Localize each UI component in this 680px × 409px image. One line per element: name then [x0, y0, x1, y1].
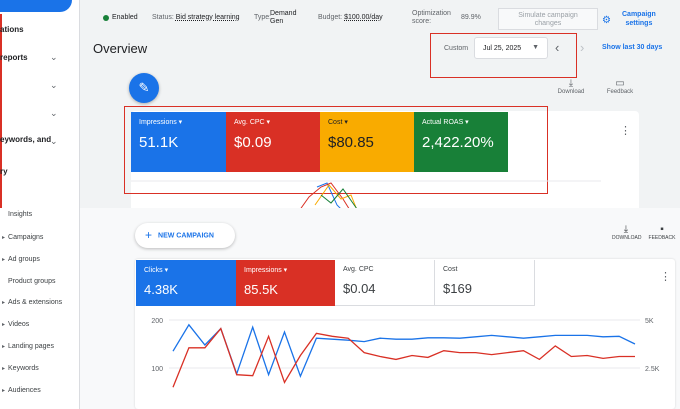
sidebar-item-campaigns[interactable]: ▸ Campaigns — [2, 234, 43, 241]
y-right-tick: 2.5K — [645, 366, 660, 373]
budget-value[interactable]: $100.00/day — [344, 14, 383, 21]
type-label: Type: — [254, 14, 272, 21]
settings-label-line2: settings — [625, 20, 653, 27]
sidebar-item-ad-groups[interactable]: ▸ Ad groups — [2, 256, 40, 263]
sidebar-item-landing-pages[interactable]: ▸ Landing pages — [2, 343, 54, 350]
optimization-label-line1: Optimization — [412, 10, 451, 17]
status-label-text: Status: — [152, 14, 174, 21]
enabled-status: Enabled — [112, 14, 138, 21]
metric-tile-clicks[interactable]: Clicks ▾ 4.38K — [136, 260, 236, 306]
metric-label: Avg. CPC — [343, 266, 374, 273]
metric-value: 85.5K — [244, 282, 278, 297]
chevron-down-icon[interactable]: ⌄ — [50, 80, 58, 91]
budget-label-text: Budget: — [318, 14, 343, 21]
download-button[interactable]: ⤓ Download — [556, 78, 586, 95]
download-button[interactable]: ⤓ DOWNLOAD — [612, 224, 642, 241]
simulate-label-line1: Simulate campaign — [518, 12, 578, 19]
status-label: Status: Bid strategy learning — [152, 14, 240, 22]
y-left-tick: 100 — [151, 366, 163, 373]
highlight-box-date — [430, 33, 577, 78]
enabled-status-dot — [103, 15, 109, 21]
sidebar-item-label: Audiences — [8, 387, 41, 394]
feedback-label: FEEDBACK — [648, 235, 676, 241]
metric-tile-avg-cpc[interactable]: Avg. CPC $0.04 — [335, 260, 435, 306]
sidebar-item-reports[interactable]: reports — [0, 53, 28, 62]
plus-icon: + — [145, 228, 153, 242]
optimization-label-line2: score: — [412, 18, 432, 25]
expand-arrow-icon: ▸ — [2, 388, 6, 394]
y-left-tick: 200 — [151, 318, 163, 325]
performance-chart: 200 100 5K 2.5K — [151, 318, 660, 388]
more-options-icon[interactable]: ⋮ — [660, 270, 671, 283]
sidebar-item-label: Keywords — [8, 365, 39, 372]
create-button[interactable] — [0, 0, 72, 12]
sidebar-item-insights[interactable]: Insights — [8, 211, 32, 218]
gear-icon[interactable]: ⚙ — [602, 15, 611, 26]
type-value-line1: Demand — [270, 10, 297, 17]
metric-label: Cost — [443, 266, 458, 273]
expand-arrow-icon: ▸ — [2, 366, 6, 372]
new-campaign-label: NEW CAMPAIGN — [158, 232, 214, 240]
show-last-30-days-link[interactable]: Show last 30 days — [602, 44, 662, 51]
budget-label: Budget: $100.00/day — [318, 14, 383, 22]
expand-arrow-icon: ▸ — [2, 300, 6, 306]
metric-value: 4.38K — [144, 282, 178, 297]
more-options-icon[interactable]: ⋮ — [620, 124, 631, 137]
edit-pencil-button[interactable]: ✎ — [129, 73, 159, 103]
simulate-label-line2: changes — [534, 20, 562, 27]
sidebar-item-audiences[interactable]: ▸ Audiences — [2, 387, 41, 394]
chevron-down-icon[interactable]: ⌄ — [50, 136, 58, 147]
sidebar-item-videos[interactable]: ▸ Videos — [2, 321, 29, 328]
metric-label: Clicks ▾ — [144, 267, 169, 274]
page-title: Overview — [93, 41, 148, 56]
expand-arrow-icon: ▸ — [2, 344, 6, 350]
sidebar-item-label: Ad groups — [8, 256, 40, 263]
download-icon: ⤓ — [623, 224, 629, 235]
sidebar-item-ads-extensions[interactable]: ▸ Ads & extensions — [2, 299, 62, 306]
download-label: Download — [557, 89, 585, 95]
sidebar-item-label: Campaigns — [8, 234, 44, 241]
sidebar-item-keywords[interactable]: eywords, and — [0, 135, 51, 144]
sidebar-item-label: Ads & extensions — [8, 299, 63, 306]
feedback-button[interactable]: ▭ Feedback — [604, 78, 636, 95]
sidebar-item-history[interactable]: ry — [0, 167, 8, 176]
campaign-settings-link[interactable]: Campaign settings — [622, 10, 656, 28]
type-value-line2: Gen — [270, 18, 284, 25]
campaign-status-bar: Enabled Status: Bid strategy learning Ty… — [92, 6, 680, 32]
status-value[interactable]: Bid strategy learning — [176, 14, 240, 21]
download-label: DOWNLOAD — [612, 235, 642, 241]
chevron-down-icon[interactable]: ⌄ — [50, 108, 58, 119]
pencil-icon: ✎ — [138, 80, 150, 95]
expand-arrow-icon: ▸ — [2, 235, 6, 241]
metric-tile-impressions[interactable]: Impressions ▾ 85.5K — [236, 260, 335, 306]
feedback-icon: ▪ — [660, 224, 664, 235]
optimization-score[interactable]: 89.9% — [461, 14, 481, 22]
top-sidebar: ations reports ⌄ ⌄ ⌄ eywords, and ⌄ ry — [0, 0, 80, 215]
bottom-screenshot: Insights ▸ Campaigns ▸ Ad groups Product g… — [0, 208, 680, 409]
feedback-label: Feedback — [606, 89, 634, 95]
chevron-right-icon[interactable]: › — [580, 40, 584, 55]
simulate-changes-button[interactable]: Simulate campaign changes — [498, 8, 598, 30]
sidebar-item-recommendations[interactable]: ations — [0, 25, 24, 34]
metric-value: $169 — [443, 281, 472, 296]
metric-tile-cost[interactable]: Cost $169 — [435, 260, 535, 306]
new-campaign-button[interactable]: + NEW CAMPAIGN — [135, 223, 235, 248]
sidebar-item-label: Videos — [8, 321, 30, 328]
top-screenshot: ations reports ⌄ ⌄ ⌄ eywords, and ⌄ ry E… — [0, 0, 680, 215]
metric-value: $0.04 — [343, 281, 376, 296]
sidebar-item-keywords[interactable]: ▸ Keywords — [2, 365, 39, 372]
download-icon: ⤓ — [568, 78, 574, 89]
metric-label: Impressions ▾ — [244, 267, 288, 274]
bottom-sidebar: Insights ▸ Campaigns ▸ Ad groups Product g… — [0, 208, 80, 409]
sidebar-item-product-groups[interactable]: Product groups — [8, 278, 55, 285]
highlight-edge — [0, 14, 2, 214]
chevron-down-icon[interactable]: ⌄ — [50, 52, 58, 63]
feedback-button[interactable]: ▪ FEEDBACK — [648, 224, 676, 241]
expand-arrow-icon: ▸ — [2, 257, 6, 263]
expand-arrow-icon: ▸ — [2, 322, 6, 328]
y-right-tick: 5K — [645, 318, 654, 325]
feedback-icon: ▭ — [615, 78, 625, 89]
sidebar-item-label: Landing pages — [8, 343, 54, 350]
settings-label-line1: Campaign — [622, 11, 656, 18]
